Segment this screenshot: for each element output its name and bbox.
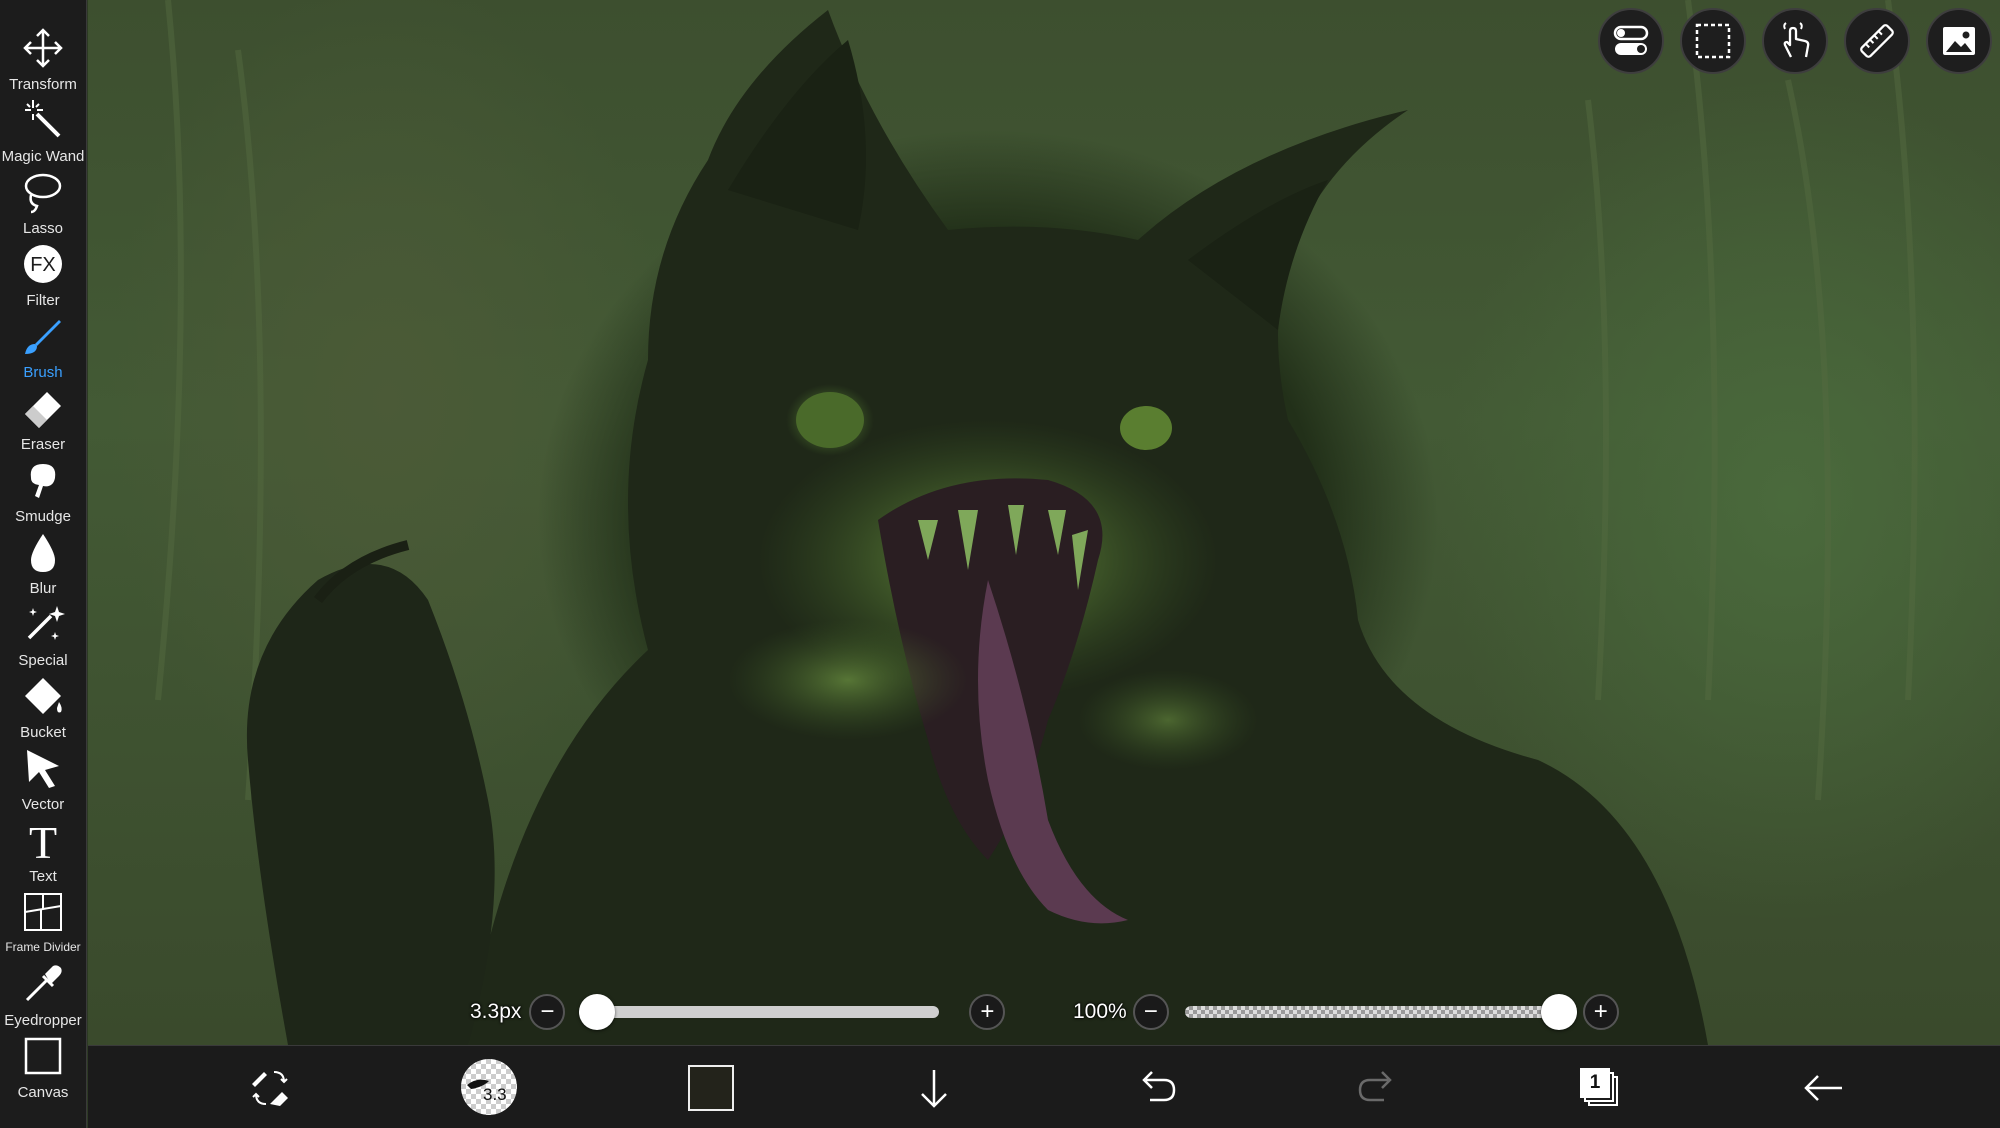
lasso-icon	[21, 170, 65, 219]
tool-bucket[interactable]: Bucket	[0, 674, 87, 746]
frame-divider-icon	[21, 890, 65, 939]
back-arrow-icon	[1804, 1075, 1842, 1101]
tool-label: Smudge	[15, 508, 71, 525]
tool-label: Vector	[21, 796, 65, 813]
brush-preview-size: 3.3	[483, 1085, 507, 1104]
undo-icon	[1142, 1071, 1176, 1102]
tool-vector[interactable]: Vector	[0, 746, 87, 818]
undo-button[interactable]	[1128, 1060, 1184, 1116]
eraser-icon	[21, 386, 65, 435]
back-button[interactable]	[1796, 1060, 1852, 1116]
tool-label: Eyedropper	[4, 1012, 82, 1029]
image-reference-icon	[1943, 27, 1975, 55]
top-toolbar	[1598, 8, 1992, 74]
brush-eraser-swap-icon	[252, 1071, 288, 1106]
tool-label: Text	[29, 868, 57, 885]
selection-button[interactable]	[1680, 8, 1746, 74]
tool-special[interactable]: Special	[0, 602, 87, 674]
layers-count: 1	[1580, 1068, 1610, 1098]
ruler-button[interactable]	[1844, 8, 1910, 74]
brush-size-track[interactable]	[579, 994, 940, 1030]
tool-label: Magic Wand	[1, 148, 85, 165]
tool-label: Special	[18, 652, 68, 669]
tool-label: Bucket	[20, 724, 66, 741]
tool-brush[interactable]: Brush	[0, 314, 87, 386]
opacity-minus-button[interactable]: −	[1132, 994, 1169, 1030]
brush-size-minus-button[interactable]: −	[529, 994, 566, 1030]
tool-label: Blur	[29, 580, 57, 597]
redo-button[interactable]	[1350, 1060, 1406, 1116]
tool-blur[interactable]: Blur	[0, 530, 87, 602]
brush-preview-icon: 3.3	[461, 1059, 517, 1115]
svg-text:FX: FX	[30, 254, 56, 276]
sparkle-pen-icon	[21, 602, 65, 651]
tool-label: Canvas	[17, 1084, 69, 1101]
eyedropper-icon	[21, 962, 65, 1011]
layers-button[interactable]: 1	[1572, 1060, 1628, 1116]
tool-label: Transform	[9, 76, 77, 93]
tool-magic-wand[interactable]: Magic Wand	[0, 98, 87, 170]
tool-transform[interactable]: Transform	[0, 26, 87, 98]
ruler-icon	[1860, 24, 1894, 58]
opacity-track[interactable]	[1184, 994, 1577, 1030]
drawing-canvas[interactable]	[88, 0, 2000, 1045]
brush-icon	[21, 314, 65, 363]
redo-icon	[1358, 1071, 1392, 1102]
arrow-down-icon	[921, 1070, 947, 1108]
tool-label: Lasso	[22, 220, 64, 237]
tool-label: Brush	[23, 364, 63, 381]
tool-label: Eraser	[20, 436, 66, 453]
tool-label: Frame Divider	[5, 940, 81, 954]
tool-canvas[interactable]: Canvas	[0, 1034, 87, 1106]
touch-hand-button[interactable]	[1762, 8, 1828, 74]
tool-lasso[interactable]: Lasso	[0, 170, 87, 242]
brush-size-slider-row: 3.3px − +	[470, 990, 1006, 1034]
bottom-toolbar: 3.3 1	[88, 1045, 2000, 1128]
brush-size-plus-button[interactable]: +	[969, 994, 1006, 1030]
tool-label: Filter	[26, 292, 60, 309]
arrow-down-button[interactable]	[906, 1060, 962, 1116]
toggle-switches-icon	[1613, 25, 1649, 55]
dashed-selection-icon	[1695, 23, 1731, 59]
opacity-slider-row: 100% − +	[1073, 990, 1619, 1034]
opacity-plus-button[interactable]: +	[1582, 994, 1619, 1030]
droplet-icon	[21, 530, 65, 579]
bucket-icon	[21, 674, 65, 723]
cursor-arrow-icon	[21, 746, 65, 795]
brush-size-value: 3.3px	[470, 1000, 522, 1023]
toggle-switches-button[interactable]	[1598, 8, 1664, 74]
tool-filter[interactable]: FX Filter	[0, 242, 87, 314]
color-swatch	[688, 1065, 734, 1111]
tool-text[interactable]: T Text	[0, 817, 87, 890]
image-reference-button[interactable]	[1926, 8, 1992, 74]
artwork	[155, 0, 1918, 1045]
brush-size-thumb[interactable]	[579, 994, 616, 1030]
canvas-square-icon	[21, 1034, 65, 1083]
tool-smudge[interactable]: Smudge	[0, 458, 87, 530]
tool-eyedropper[interactable]: Eyedropper	[0, 962, 87, 1034]
opacity-value: 100%	[1073, 1000, 1127, 1023]
layers-icon: 1	[1578, 1066, 1622, 1110]
tool-eraser[interactable]: Eraser	[0, 386, 87, 458]
text-icon: T	[21, 817, 65, 868]
smudge-icon	[21, 458, 65, 507]
move-arrows-icon	[21, 26, 65, 75]
brush-eraser-swap-button[interactable]	[242, 1060, 298, 1116]
opacity-thumb[interactable]	[1540, 994, 1577, 1030]
magic-wand-icon	[21, 98, 65, 147]
svg-text:T: T	[29, 818, 57, 862]
fx-icon: FX	[21, 242, 65, 291]
brush-preview-button[interactable]: 3.3	[460, 1058, 518, 1116]
touch-hand-icon	[1783, 22, 1810, 58]
color-swatch-button[interactable]	[683, 1060, 739, 1116]
tool-sidebar: Transform Magic Wand Lasso FX Filter Brush Era…	[0, 0, 87, 1128]
tool-frame-divider[interactable]: Frame Divider	[0, 890, 87, 962]
